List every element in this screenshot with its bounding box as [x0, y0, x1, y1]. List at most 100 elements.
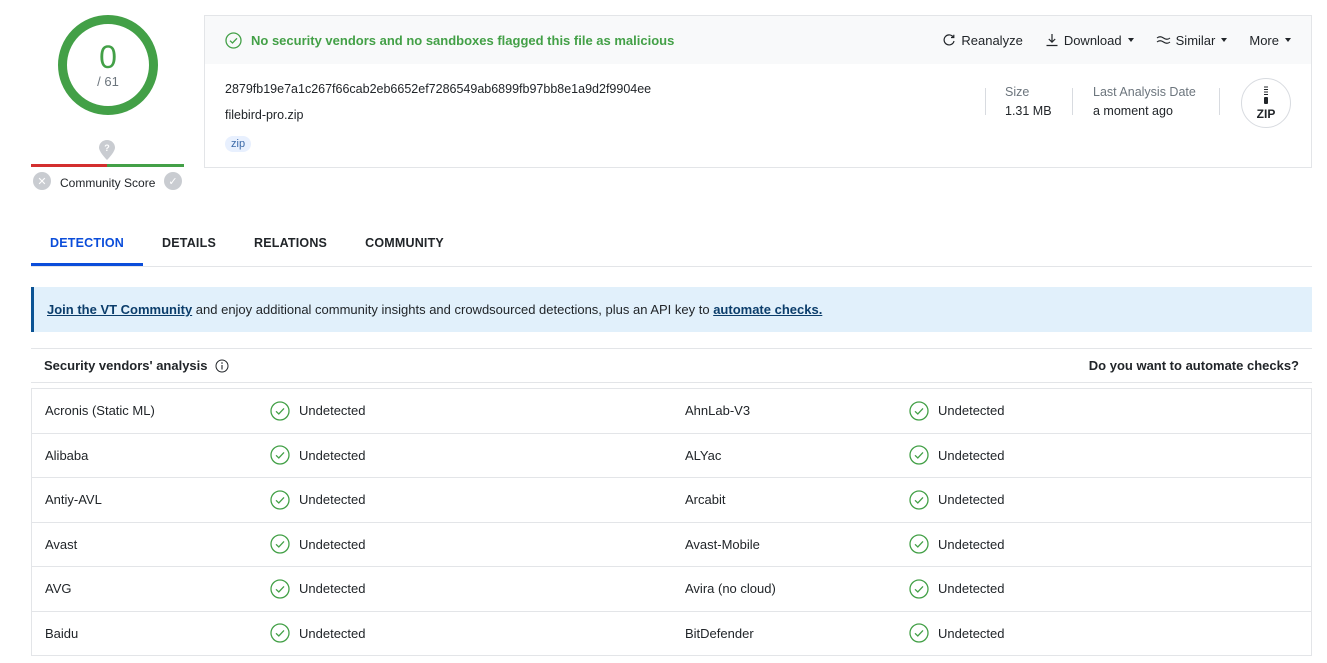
vendor-name: BitDefender: [685, 625, 754, 641]
community-score-marker-icon: ?: [99, 140, 115, 160]
check-circle-icon: [270, 445, 290, 465]
file-name: filebird-pro.zip: [225, 108, 304, 122]
file-tag[interactable]: zip: [225, 136, 252, 152]
result-label: Undetected: [299, 403, 366, 419]
result-label: Undetected: [299, 492, 366, 508]
vendor-name: Alibaba: [45, 447, 89, 463]
result-label: Undetected: [299, 536, 366, 552]
promo-text: and enjoy additional community insights …: [192, 302, 714, 317]
vendor-name: AVG: [45, 581, 72, 597]
vendor-name: Baidu: [45, 625, 79, 641]
vendor-result: Undetected: [270, 478, 366, 522]
vote-harmless-icon[interactable]: ✓: [164, 172, 182, 190]
size-label: Size: [1005, 85, 1030, 99]
download-button[interactable]: Download: [1045, 33, 1134, 48]
last-analysis-label: Last Analysis Date: [1093, 85, 1196, 99]
engine-total: / 61: [97, 73, 119, 89]
tab-bar: DETECTION DETAILS RELATIONS COMMUNITY: [31, 226, 1312, 267]
vendors-header: Security vendors' analysis Do you want t…: [31, 348, 1312, 383]
check-circle-icon: [225, 31, 242, 49]
vendor-name: Acronis (Static ML): [45, 403, 155, 419]
result-label: Undetected: [938, 625, 1005, 641]
table-row: Antiy-AVL Undetected Arcabit Undetected: [32, 478, 1311, 523]
action-bar: Reanalyze Download Similar More: [920, 33, 1291, 48]
community-score-bar: [31, 164, 184, 167]
vendor-name: Avira (no cloud): [685, 581, 776, 597]
result-label: Undetected: [299, 447, 366, 463]
similar-icon: [1156, 36, 1170, 44]
result-label: Undetected: [299, 625, 366, 641]
vendor-name: AhnLab-V3: [685, 403, 751, 419]
tab-community[interactable]: COMMUNITY: [346, 226, 463, 266]
vendor-result: Undetected: [270, 567, 366, 611]
result-label: Undetected: [938, 581, 1005, 597]
vendor-result: Undetected: [909, 567, 1005, 611]
vendor-result: Undetected: [270, 523, 366, 567]
check-circle-icon: [909, 534, 929, 554]
chevron-down-icon: [1285, 38, 1291, 42]
table-row: Baidu Undetected BitDefender Undetected: [32, 612, 1311, 656]
vendor-name: Avast-Mobile: [685, 536, 760, 552]
detection-count: 0: [99, 38, 117, 75]
check-circle-icon: [270, 401, 290, 421]
community-promo-banner: Join the VT Community and enjoy addition…: [31, 287, 1312, 332]
tab-details[interactable]: DETAILS: [143, 226, 235, 266]
zipper-icon: [1264, 86, 1268, 104]
divider: [985, 88, 986, 115]
vendor-name: Avast: [45, 536, 78, 552]
automate-checks-prompt[interactable]: Do you want to automate checks?: [1089, 358, 1299, 373]
vendor-name: Antiy-AVL: [45, 492, 102, 508]
svg-text:?: ?: [104, 143, 110, 153]
vote-malicious-icon[interactable]: ✕: [33, 172, 51, 190]
size-value: 1.31 MB: [1005, 104, 1052, 118]
file-type-label: ZIP: [1256, 106, 1276, 121]
vendor-result: Undetected: [909, 389, 1005, 433]
automate-checks-link[interactable]: automate checks.: [713, 302, 822, 317]
table-row: AVG Undetected Avira (no cloud) Undetected: [32, 567, 1311, 612]
file-type-badge: ZIP: [1241, 78, 1291, 128]
chevron-down-icon: [1127, 38, 1134, 42]
community-score-label: Community Score: [60, 176, 156, 190]
vendors-title: Security vendors' analysis: [44, 358, 208, 373]
vendor-name: Arcabit: [685, 492, 726, 508]
vendor-result: Undetected: [909, 478, 1005, 522]
result-label: Undetected: [938, 403, 1005, 419]
summary-header: No security vendors and no sandboxes fla…: [205, 16, 1311, 64]
detection-score-ring: 0 / 61: [58, 15, 158, 115]
check-circle-icon: [909, 401, 929, 421]
more-button[interactable]: More: [1249, 33, 1291, 48]
divider: [1219, 88, 1220, 115]
similar-button[interactable]: Similar: [1156, 33, 1228, 48]
vendor-results-table: Acronis (Static ML) Undetected AhnLab-V3 Un…: [31, 388, 1312, 656]
vendor-result: Undetected: [909, 612, 1005, 656]
more-label: More: [1249, 32, 1279, 48]
verdict-text: No security vendors and no sandboxes fla…: [251, 32, 675, 48]
vendor-result: Undetected: [270, 434, 366, 478]
check-circle-icon: [270, 490, 290, 510]
chevron-down-icon: [1221, 38, 1228, 42]
table-row: Alibaba Undetected ALYac Undetected: [32, 434, 1311, 478]
download-icon: [1046, 34, 1058, 47]
tab-detection[interactable]: DETECTION: [31, 226, 144, 266]
download-label: Download: [1063, 32, 1122, 48]
verdict-banner: No security vendors and no sandboxes fla…: [225, 31, 675, 49]
vendor-result: Undetected: [909, 523, 1005, 567]
file-hash[interactable]: 2879fb19e7a1c267f66cab2eb6652ef7286549ab…: [225, 82, 651, 96]
refresh-icon: [943, 34, 955, 46]
reanalyze-button[interactable]: Reanalyze: [942, 32, 1023, 48]
check-circle-icon: [270, 534, 290, 554]
vendor-result: Undetected: [909, 434, 1005, 478]
vendor-result: Undetected: [270, 389, 366, 433]
result-label: Undetected: [938, 536, 1005, 552]
table-row: Acronis (Static ML) Undetected AhnLab-V3 Un…: [32, 389, 1311, 434]
join-community-link[interactable]: Join the VT Community: [47, 302, 192, 317]
check-circle-icon: [909, 579, 929, 599]
result-label: Undetected: [938, 492, 1005, 508]
reanalyze-label: Reanalyze: [961, 32, 1023, 48]
last-analysis-value: a moment ago: [1093, 104, 1173, 118]
tab-relations[interactable]: RELATIONS: [235, 226, 346, 266]
divider: [1072, 88, 1073, 115]
result-label: Undetected: [938, 447, 1005, 463]
table-row: Avast Undetected Avast-Mobile Undetected: [32, 523, 1311, 567]
info-icon[interactable]: [215, 359, 229, 373]
